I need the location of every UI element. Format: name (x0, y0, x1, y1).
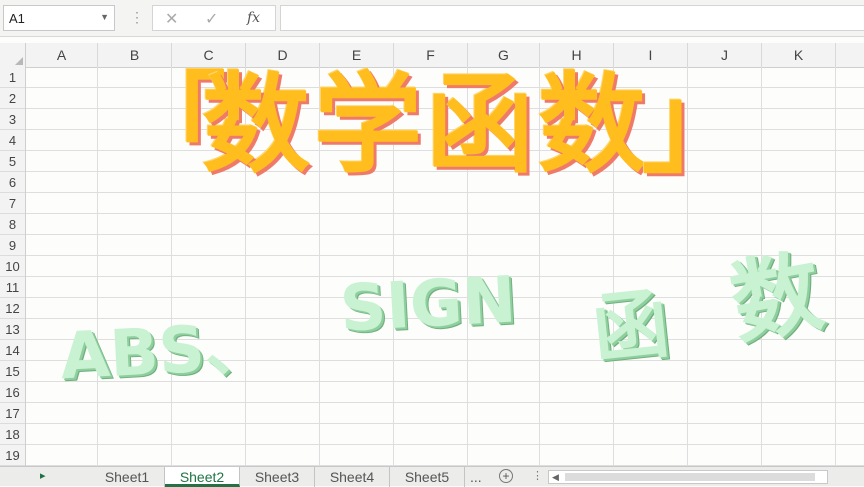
column-header-a[interactable]: A (26, 43, 98, 67)
row-header-12[interactable]: 12 (0, 298, 25, 319)
more-sheets-button[interactable]: ... (470, 467, 482, 487)
row-header-5[interactable]: 5 (0, 151, 25, 172)
check-icon[interactable]: ✓ (205, 9, 218, 29)
row-header-9[interactable]: 9 (0, 235, 25, 256)
sheet-tab-sheet5[interactable]: Sheet5 (390, 467, 465, 487)
cancel-icon[interactable]: ✕ (165, 9, 178, 29)
row-header-column: 1 2 3 4 5 6 7 8 9 10 11 12 13 14 15 16 17 18 19 (0, 67, 26, 466)
tab-split-handle-icon[interactable]: ⋮ (532, 469, 543, 482)
more-icon: ⋮ (130, 9, 144, 25)
row-header-11[interactable]: 11 (0, 277, 25, 298)
row-header-2[interactable]: 2 (0, 88, 25, 109)
formula-bar: A1 ▼ ⋮ ✕ ✓ fx (0, 0, 864, 37)
row-header-8[interactable]: 8 (0, 214, 25, 235)
select-all-button[interactable] (0, 43, 26, 67)
name-box[interactable]: A1 ▼ (3, 5, 115, 31)
formula-input[interactable] (280, 5, 864, 31)
sheet-tab-bar: ▸ ... + ⋮ ◀ Sheet1 Sheet2 Sheet3 Sheet4 Shee… (0, 466, 864, 487)
chevron-down-icon[interactable]: ▼ (100, 12, 109, 22)
row-header-4[interactable]: 4 (0, 130, 25, 151)
row-header-7[interactable]: 7 (0, 193, 25, 214)
row-header-14[interactable]: 14 (0, 340, 25, 361)
sheet-tab-sheet2[interactable]: Sheet2 (165, 467, 240, 487)
sheet-tab-sheet1[interactable]: Sheet1 (90, 467, 165, 487)
name-box-value[interactable]: A1 (9, 11, 25, 26)
add-sheet-icon[interactable]: + (499, 469, 513, 483)
row-header-15[interactable]: 15 (0, 361, 25, 382)
overlay-subtitle-abs: ABS、 (58, 309, 271, 395)
row-header-17[interactable]: 17 (0, 403, 25, 424)
insert-function-icon[interactable]: fx (247, 10, 260, 26)
overlay-subtitle-han: 函 (588, 278, 674, 375)
column-header-k[interactable]: K (762, 43, 836, 67)
row-header-16[interactable]: 16 (0, 382, 25, 403)
overlay-subtitle-sign: SIGN (338, 263, 518, 347)
scrollbar-thumb[interactable] (565, 473, 815, 481)
row-header-10[interactable]: 10 (0, 256, 25, 277)
scroll-left-icon[interactable]: ◀ (552, 471, 559, 483)
tab-scroll-right-icon[interactable]: ▸ (40, 469, 46, 482)
row-header-6[interactable]: 6 (0, 172, 25, 193)
sheet-tab-sheet3[interactable]: Sheet3 (240, 467, 315, 487)
row-header-1[interactable]: 1 (0, 67, 25, 88)
horizontal-scrollbar[interactable]: ◀ (548, 470, 828, 484)
row-header-19[interactable]: 19 (0, 445, 25, 466)
sheet-tab-sheet4[interactable]: Sheet4 (315, 467, 390, 487)
row-header-3[interactable]: 3 (0, 109, 25, 130)
overlay-title: 数学函数 (202, 63, 651, 188)
row-header-18[interactable]: 18 (0, 424, 25, 445)
formula-buttons: ✕ ✓ fx (152, 5, 276, 31)
title-close-bracket: 」 (642, 63, 751, 188)
row-header-13[interactable]: 13 (0, 319, 25, 340)
